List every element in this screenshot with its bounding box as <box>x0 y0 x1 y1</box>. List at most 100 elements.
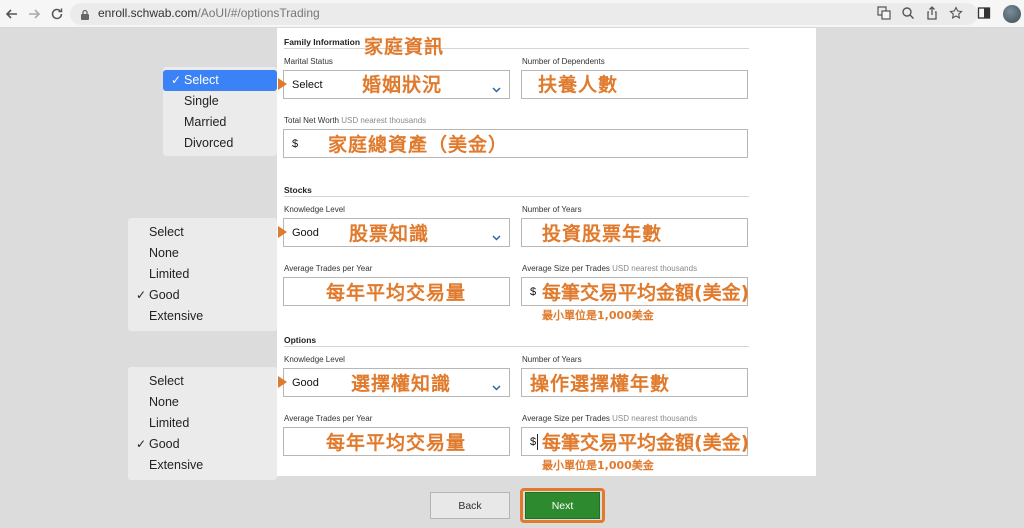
options-size-annotation: 每筆交易平均金額(美金) <box>542 432 750 454</box>
translate-icon[interactable] <box>876 5 892 21</box>
stocks-trades-annotation: 每年平均交易量 <box>326 282 467 304</box>
dependents-label: Number of Dependents <box>522 57 605 66</box>
marital-option-married[interactable]: Married <box>163 112 277 133</box>
marital-annotation: 婚姻狀況 <box>362 74 443 96</box>
stocks-divider <box>284 196 749 197</box>
options-size-label: Average Size per Trades USD nearest thou… <box>522 414 697 423</box>
options-size-currency-prefix: $ <box>530 436 537 448</box>
stocks-size-label: Average Size per Trades USD nearest thou… <box>522 264 697 273</box>
option-label: Married <box>184 115 227 129</box>
stocks-knowledge-value: Good <box>292 227 319 239</box>
option-label: Extensive <box>149 309 204 323</box>
options-trades-label: Average Trades per Year <box>284 414 373 423</box>
stocks-knowledge-annotation: 股票知識 <box>349 223 430 245</box>
stocks-option-none[interactable]: None <box>128 243 277 264</box>
checkmark-icon: ✓ <box>136 288 147 302</box>
option-label: None <box>149 246 179 260</box>
profile-avatar[interactable] <box>1003 5 1021 23</box>
marital-option-divorced[interactable]: Divorced <box>163 133 277 154</box>
chevron-down-icon <box>492 228 501 246</box>
options-knowledge-label: Knowledge Level <box>284 355 345 364</box>
options-knowledge-dropdown: Select None Limited ✓ Good Extensive <box>128 367 277 480</box>
marital-status-dropdown: ✓ Select Single Married Divorced <box>163 67 277 156</box>
options-knowledge-value: Good <box>292 377 319 389</box>
stocks-size-currency-prefix: $ <box>530 286 537 298</box>
marital-option-select[interactable]: ✓ Select <box>163 70 277 91</box>
options-option-none[interactable]: None <box>128 392 277 413</box>
option-label: Limited <box>149 267 190 281</box>
option-label: Select <box>184 73 219 87</box>
stocks-size-hint: USD nearest thousands <box>612 264 698 273</box>
back-button[interactable]: Back <box>430 492 510 519</box>
options-option-select[interactable]: Select <box>128 371 277 392</box>
net-worth-label-text: Total Net Worth <box>284 116 339 125</box>
url-path: /AoUI/#/optionsTrading <box>197 6 320 20</box>
marital-pointer-arrow <box>278 78 287 90</box>
family-section-title: Family Information <box>284 37 361 47</box>
checkmark-icon: ✓ <box>136 437 147 451</box>
option-label: Extensive <box>149 458 204 472</box>
stocks-option-limited[interactable]: Limited <box>128 264 277 285</box>
option-label: Good <box>149 288 180 302</box>
stocks-option-extensive[interactable]: Extensive <box>128 306 277 327</box>
option-label: Good <box>149 437 180 451</box>
browser-toolbar: enroll.schwab.com/AoUI/#/optionsTrading <box>0 0 1024 28</box>
net-worth-hint: USD nearest thousands <box>341 116 427 125</box>
stocks-trades-label: Average Trades per Year <box>284 264 373 273</box>
stocks-years-label: Number of Years <box>522 205 582 214</box>
stocks-knowledge-pointer-arrow <box>278 226 287 238</box>
options-divider <box>284 346 749 347</box>
forward-arrow-icon[interactable] <box>24 4 44 24</box>
stocks-option-select[interactable]: Select <box>128 222 277 243</box>
options-trades-annotation: 每年平均交易量 <box>326 432 467 454</box>
options-section-title: Options <box>284 335 317 345</box>
stocks-section-title: Stocks <box>284 185 312 195</box>
marital-status-value: Select <box>292 79 323 91</box>
url-host: enroll.schwab.com <box>98 6 198 20</box>
stocks-size-note: 最小單位是1,000美金 <box>542 309 654 322</box>
sidebar-icon[interactable] <box>976 5 992 21</box>
checkmark-icon: ✓ <box>171 73 182 87</box>
stocks-knowledge-dropdown: Select None Limited ✓ Good Extensive <box>128 218 277 331</box>
lock-icon <box>80 8 90 26</box>
options-option-good[interactable]: ✓ Good <box>128 434 277 455</box>
net-worth-label: Total Net Worth USD nearest thousands <box>284 116 426 125</box>
next-button[interactable]: Next <box>525 492 600 519</box>
address-bar[interactable]: enroll.schwab.com/AoUI/#/optionsTrading <box>70 3 978 25</box>
zoom-icon[interactable] <box>900 5 916 21</box>
stocks-option-good[interactable]: ✓ Good <box>128 285 277 306</box>
stocks-size-label-text: Average Size per Trades <box>522 264 610 273</box>
dependents-annotation: 扶養人數 <box>538 74 619 96</box>
option-label: Single <box>184 94 219 108</box>
stocks-size-annotation: 每筆交易平均金額(美金) <box>542 282 750 304</box>
chevron-down-icon <box>492 80 501 98</box>
option-label: Select <box>149 225 184 239</box>
options-size-label-text: Average Size per Trades <box>522 414 610 423</box>
family-divider <box>284 48 749 49</box>
options-option-extensive[interactable]: Extensive <box>128 455 277 476</box>
stocks-years-annotation: 投資股票年數 <box>542 223 663 245</box>
net-worth-currency-prefix: $ <box>292 138 299 150</box>
options-size-hint: USD nearest thousands <box>612 414 698 423</box>
options-years-annotation: 操作選擇權年數 <box>530 373 671 395</box>
text-cursor <box>537 434 538 450</box>
chevron-down-icon <box>492 378 501 396</box>
option-label: Select <box>149 374 184 388</box>
url-text: enroll.schwab.com/AoUI/#/optionsTrading <box>98 6 320 20</box>
option-label: Divorced <box>184 136 234 150</box>
marital-option-single[interactable]: Single <box>163 91 277 112</box>
bookmark-star-icon[interactable] <box>948 5 964 21</box>
back-arrow-icon[interactable] <box>2 4 22 24</box>
options-knowledge-annotation: 選擇權知識 <box>351 373 452 395</box>
option-label: None <box>149 395 179 409</box>
reload-icon[interactable] <box>47 4 67 24</box>
option-label: Limited <box>149 416 190 430</box>
family-title-annotation: 家庭資訊 <box>364 36 445 58</box>
options-option-limited[interactable]: Limited <box>128 413 277 434</box>
stocks-knowledge-label: Knowledge Level <box>284 205 345 214</box>
net-worth-annotation: 家庭總資產（美金） <box>328 134 509 156</box>
share-icon[interactable] <box>924 5 940 21</box>
options-years-label: Number of Years <box>522 355 582 364</box>
marital-status-label: Marital Status <box>284 57 333 66</box>
options-knowledge-pointer-arrow <box>278 376 287 388</box>
